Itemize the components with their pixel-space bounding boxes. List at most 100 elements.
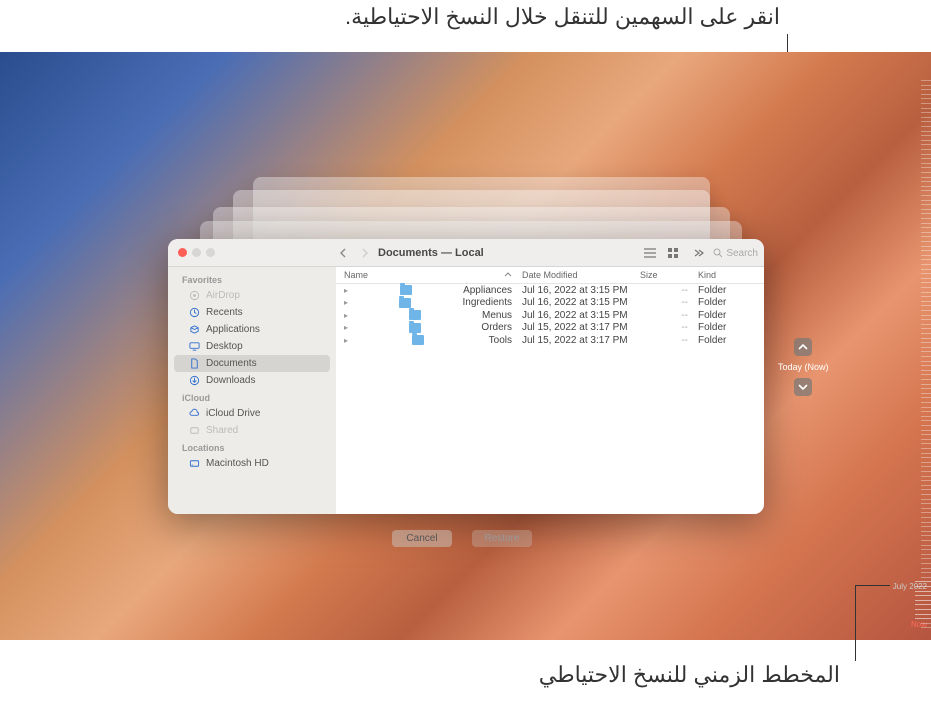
timeline-tick[interactable] [921,135,931,136]
timeline-tick[interactable] [921,200,931,201]
minimize-button[interactable] [192,248,201,257]
timeline-tick[interactable] [921,324,931,325]
timeline-tick[interactable] [915,581,931,582]
timeline-tick[interactable] [921,485,931,486]
sidebar-item-shared[interactable]: Shared [174,422,330,439]
timeline-tick[interactable] [921,462,931,463]
timeline-tick[interactable] [921,246,931,247]
timeline-tick[interactable] [921,439,931,440]
timeline-tick[interactable] [921,499,931,500]
timeline-tick[interactable] [921,195,931,196]
timeline-tick[interactable] [921,94,931,95]
timeline-tick[interactable] [921,572,931,573]
col-size-label[interactable]: Size [640,270,698,280]
timeline-tick[interactable] [921,342,931,343]
timeline-tick[interactable] [921,489,931,490]
timeline-tick[interactable] [921,526,931,527]
timeline-tick[interactable] [921,98,931,99]
forward-button[interactable] [356,245,372,261]
timeline-tick[interactable] [921,172,931,173]
timeline-tick[interactable] [921,480,931,481]
timeline-tick[interactable] [921,338,931,339]
col-name-label[interactable]: Name [344,270,368,280]
timeline-tick[interactable] [921,443,931,444]
timeline-tick[interactable] [921,273,931,274]
timeline-tick[interactable] [921,236,931,237]
timeline-tick[interactable] [921,508,931,509]
timeline-tick[interactable] [921,305,931,306]
timeline-tick[interactable] [921,549,931,550]
file-row[interactable]: ▸AppliancesJul 16, 2022 at 3:15 PM--Fold… [336,284,764,297]
timeline-tick[interactable] [921,627,931,628]
disclosure-icon[interactable]: ▸ [344,298,348,307]
disclosure-icon[interactable]: ▸ [344,311,348,320]
close-button[interactable] [178,248,187,257]
list-view-icon[interactable] [641,245,659,261]
timeline-tick[interactable] [921,301,931,302]
timeline-tick[interactable] [921,407,931,408]
timeline-tick[interactable] [921,365,931,366]
timeline-tick[interactable] [921,149,931,150]
timeline-tick[interactable] [921,223,931,224]
timeline-tick[interactable] [921,512,931,513]
timeline-tick[interactable] [921,126,931,127]
timeline-tick[interactable] [921,531,931,532]
timeline-tick[interactable] [921,158,931,159]
timeline-tick[interactable] [921,384,931,385]
sidebar-item-airdrop[interactable]: AirDrop [174,287,330,304]
timeline-tick[interactable] [921,259,931,260]
backup-timeline[interactable]: July 2022 Now [903,80,931,640]
timeline-tick[interactable] [921,209,931,210]
file-row[interactable]: ▸ToolsJul 15, 2022 at 3:17 PM--Folder [336,334,764,347]
timeline-tick[interactable] [921,103,931,104]
timeline-tick[interactable] [921,181,931,182]
timeline-tick[interactable] [921,577,931,578]
timeline-tick[interactable] [921,250,931,251]
timeline-tick[interactable] [921,112,931,113]
timeline-tick[interactable] [921,89,931,90]
timeline-tick[interactable] [921,347,931,348]
timeline-tick[interactable] [921,471,931,472]
timeline-tick[interactable] [921,144,931,145]
disclosure-icon[interactable]: ▸ [344,286,348,295]
timeline-tick[interactable] [921,264,931,265]
timeline-tick[interactable] [921,282,931,283]
timeline-tick[interactable] [921,278,931,279]
timeline-tick[interactable] [921,453,931,454]
timeline-tick[interactable] [921,558,931,559]
timeline-tick[interactable] [921,388,931,389]
search-field[interactable]: Search [713,248,758,259]
timeline-tick[interactable] [921,328,931,329]
timeline-tick[interactable] [921,287,931,288]
timeline-tick[interactable] [915,595,931,596]
timeline-tick[interactable] [921,310,931,311]
timeline-tick[interactable] [921,269,931,270]
disclosure-icon[interactable]: ▸ [344,336,348,345]
restore-button[interactable]: Restore [472,530,532,547]
timeline-tick[interactable] [921,108,931,109]
timeline-tick[interactable] [921,154,931,155]
timeline-tick[interactable] [921,296,931,297]
timeline-tick[interactable] [921,167,931,168]
col-date-label[interactable]: Date Modified [522,270,640,280]
snapshot-next-button[interactable] [794,378,812,396]
timeline-tick[interactable] [915,609,931,610]
timeline-tick[interactable] [921,190,931,191]
timeline-tick[interactable] [921,241,931,242]
disclosure-icon[interactable]: ▸ [344,323,348,332]
overflow-icon[interactable] [689,245,707,261]
timeline-tick[interactable] [921,430,931,431]
timeline-tick[interactable] [921,416,931,417]
timeline-tick[interactable] [921,213,931,214]
sidebar-item-macintosh-hd[interactable]: Macintosh HD [174,455,330,472]
timeline-tick[interactable] [921,517,931,518]
timeline-tick[interactable] [915,618,931,619]
timeline-tick[interactable] [915,586,931,587]
sidebar-item-applications[interactable]: Applications [174,321,330,338]
timeline-tick[interactable] [921,232,931,233]
timeline-tick[interactable] [921,227,931,228]
timeline-tick[interactable] [921,204,931,205]
timeline-tick[interactable] [921,457,931,458]
timeline-tick[interactable] [921,434,931,435]
timeline-tick[interactable] [921,466,931,467]
